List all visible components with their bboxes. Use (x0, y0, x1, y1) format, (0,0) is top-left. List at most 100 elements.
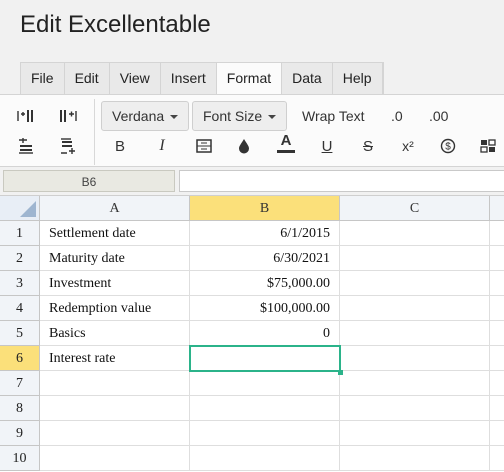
cell-a5[interactable]: Basics (40, 321, 190, 346)
cell-d1[interactable] (490, 221, 504, 246)
cell-a4[interactable]: Redemption value (40, 296, 190, 321)
row-header[interactable]: 5 (0, 321, 40, 346)
row-header[interactable]: 3 (0, 271, 40, 296)
formula-input[interactable] (179, 170, 504, 192)
borders-icon[interactable] (192, 135, 216, 157)
font-color-swatch (277, 150, 295, 153)
menu-help[interactable]: Help (332, 63, 383, 95)
font-size-dropdown[interactable]: Font Size (192, 101, 288, 131)
cell-b3[interactable]: $75,000.00 (190, 271, 340, 296)
cell-c4[interactable] (340, 296, 490, 321)
cell-a8[interactable] (40, 396, 190, 421)
cell-b10[interactable] (190, 446, 340, 471)
fill-color-icon[interactable] (232, 135, 256, 157)
font-size-value: Font Size (203, 108, 263, 124)
cell-d5[interactable] (490, 321, 504, 346)
toolbar-divider (94, 99, 95, 165)
cell-d6[interactable] (490, 346, 504, 371)
row-header[interactable]: 6 (0, 346, 40, 371)
row-header[interactable]: 9 (0, 421, 40, 446)
font-color-button[interactable]: A (274, 132, 298, 154)
strikethrough-button[interactable]: S (356, 135, 380, 157)
cell-b1[interactable]: 6/1/2015 (190, 221, 340, 246)
cell-b2[interactable]: 6/30/2021 (190, 246, 340, 271)
cell-c3[interactable] (340, 271, 490, 296)
cell-c2[interactable] (340, 246, 490, 271)
cell-d10[interactable] (490, 446, 504, 471)
cell-c10[interactable] (340, 446, 490, 471)
font-family-value: Verdana (112, 108, 165, 124)
active-cell-outline[interactable] (189, 345, 341, 372)
cell-a1[interactable]: Settlement date (40, 221, 190, 246)
chevron-down-icon (170, 115, 179, 120)
row-header[interactable]: 1 (0, 221, 40, 246)
insert-column-right-icon[interactable] (56, 105, 80, 127)
menu-data[interactable]: Data (282, 63, 333, 95)
row-header[interactable]: 4 (0, 296, 40, 321)
insert-row-above-icon[interactable] (14, 135, 38, 157)
fill-handle[interactable] (338, 370, 343, 375)
bold-button[interactable]: B (108, 135, 132, 157)
cell-b4[interactable]: $100,000.00 (190, 296, 340, 321)
cell-b7[interactable] (190, 371, 340, 396)
increase-decimal-button[interactable]: .00 (429, 101, 448, 131)
cell-reference-box[interactable]: B6 (3, 170, 175, 192)
cell-d4[interactable] (490, 296, 504, 321)
select-all-corner[interactable] (0, 196, 40, 221)
cell-d3[interactable] (490, 271, 504, 296)
italic-button[interactable]: I (150, 135, 174, 157)
menu-insert[interactable]: Insert (160, 63, 217, 95)
spreadsheet-grid: A B C 1 Settlement date 6/1/2015 2 Maturity … (0, 195, 504, 472)
cell-b8[interactable] (190, 396, 340, 421)
title-bar: Edit Excellentable (0, 0, 504, 62)
cell-a3[interactable]: Investment (40, 271, 190, 296)
menu-bar: File Edit View Insert Format Data Help (20, 62, 384, 95)
font-color-label: A (280, 132, 292, 149)
cell-d7[interactable] (490, 371, 504, 396)
app-window: Edit Excellentable File Edit View Insert… (0, 0, 504, 472)
column-header-c[interactable]: C (340, 196, 490, 221)
app-title: Edit Excellentable (20, 11, 211, 38)
row-header[interactable]: 10 (0, 446, 40, 471)
cell-d9[interactable] (490, 421, 504, 446)
cell-a10[interactable] (40, 446, 190, 471)
menu-file[interactable]: File (21, 63, 65, 95)
cell-c9[interactable] (340, 421, 490, 446)
font-family-dropdown[interactable]: Verdana (101, 101, 190, 131)
format-toolbar: Verdana Font Size Wrap Text .0 .00 B I A… (0, 94, 504, 167)
cell-a7[interactable] (40, 371, 190, 396)
cell-c6[interactable] (340, 346, 490, 371)
wrap-text-button[interactable]: Wrap Text (302, 101, 365, 131)
cell-c5[interactable] (340, 321, 490, 346)
formula-bar: B6 (0, 167, 504, 195)
cell-b5[interactable]: 0 (190, 321, 340, 346)
decrease-decimal-button[interactable]: .0 (391, 101, 403, 131)
menu-edit[interactable]: Edit (64, 63, 110, 95)
cell-a6[interactable]: Interest rate (40, 346, 190, 371)
column-header-a[interactable]: A (40, 196, 190, 221)
insert-row-below-icon[interactable] (56, 135, 80, 157)
currency-icon[interactable]: $ (436, 135, 460, 157)
cell-d8[interactable] (490, 396, 504, 421)
row-header[interactable]: 7 (0, 371, 40, 396)
cell-c8[interactable] (340, 396, 490, 421)
cell-a2[interactable]: Maturity date (40, 246, 190, 271)
column-header-d[interactable] (490, 196, 504, 221)
underline-button[interactable]: U (315, 135, 339, 157)
row-header[interactable]: 8 (0, 396, 40, 421)
chevron-down-icon (268, 115, 277, 120)
superscript-button[interactable]: x² (396, 135, 420, 157)
menu-view[interactable]: View (109, 63, 161, 95)
row-header[interactable]: 2 (0, 246, 40, 271)
cell-c1[interactable] (340, 221, 490, 246)
column-header-b[interactable]: B (190, 196, 340, 221)
cell-c7[interactable] (340, 371, 490, 396)
insert-column-left-icon[interactable] (14, 105, 38, 127)
menu-format[interactable]: Format (216, 63, 283, 95)
cell-d2[interactable] (490, 246, 504, 271)
conditional-format-icon[interactable] (476, 135, 500, 157)
svg-text:$: $ (445, 142, 451, 153)
select-all-triangle-icon (20, 201, 36, 217)
cell-a9[interactable] (40, 421, 190, 446)
cell-b9[interactable] (190, 421, 340, 446)
